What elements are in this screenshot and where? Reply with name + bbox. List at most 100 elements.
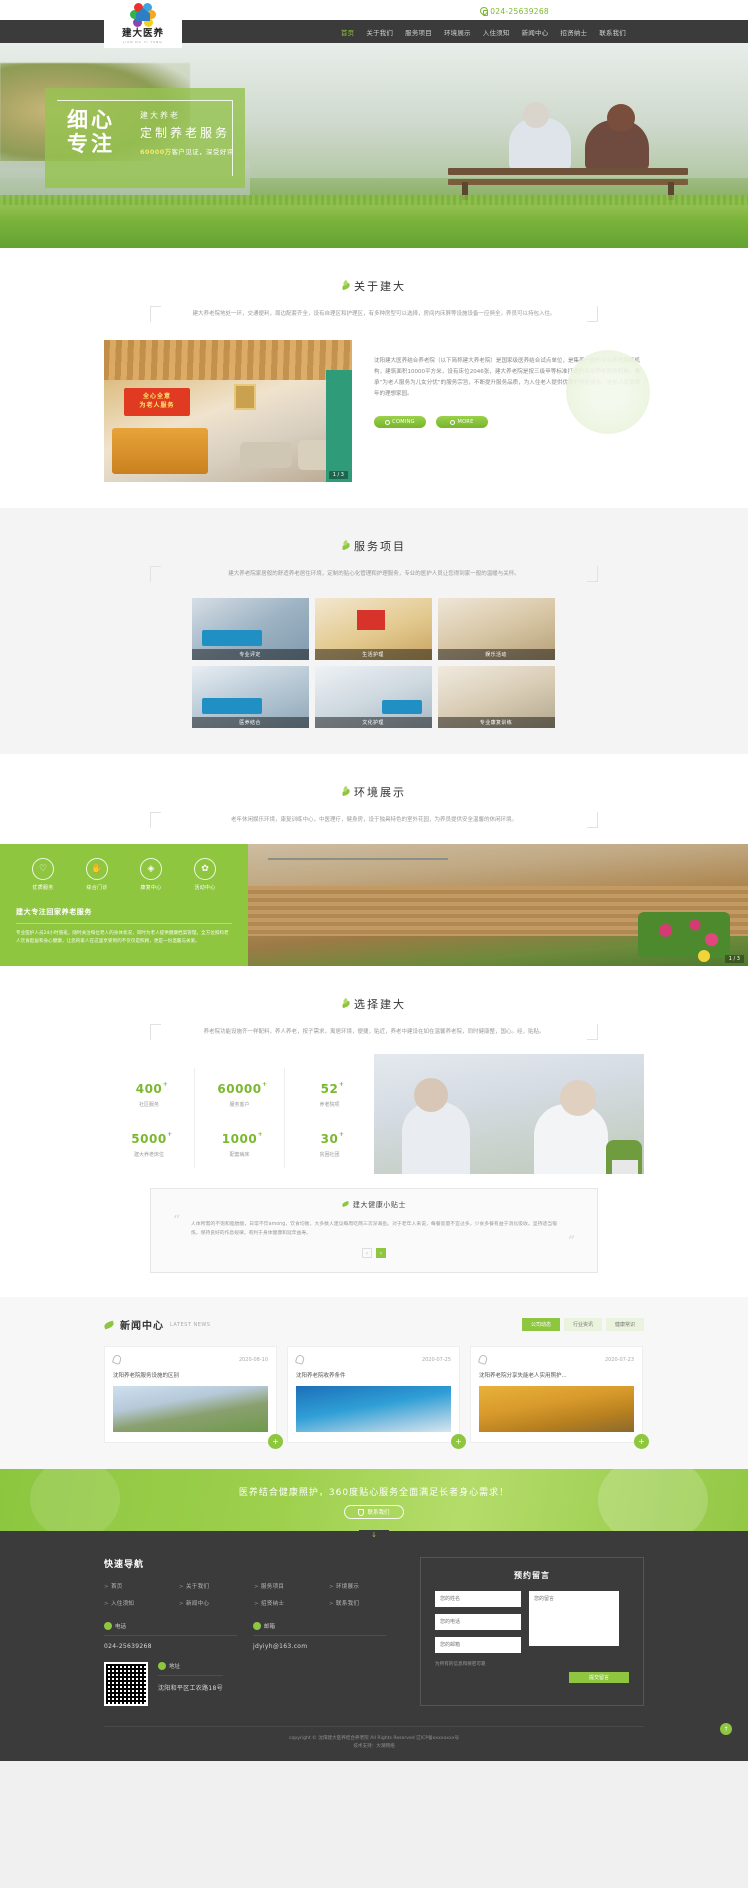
nav-item-0[interactable]: 首页 xyxy=(341,27,354,37)
about-image-counter: 1 / 3 xyxy=(328,471,348,479)
choose-image xyxy=(374,1054,644,1174)
scroll-down-icon[interactable] xyxy=(359,1530,389,1544)
footer-nav-item[interactable]: 招贤纳士 xyxy=(254,1599,329,1607)
flower-icon: ✿ xyxy=(194,858,216,880)
tip-title: 建大健康小贴士 xyxy=(352,1201,407,1209)
email-field[interactable] xyxy=(435,1637,521,1653)
news-tab-0[interactable]: 公司动态 xyxy=(521,1318,560,1331)
about-coming-button[interactable]: COMING xyxy=(374,416,426,428)
hero-sub-tail: 客户见证，深受好评 xyxy=(171,148,234,156)
heart-icon: ♡ xyxy=(32,858,54,880)
services-title: 服务项目 xyxy=(354,540,406,553)
copyright-bar: copyright © 沈阳建大医养结合养老院 All Rights Reser… xyxy=(104,1726,644,1761)
back-to-top-button[interactable]: ↑ xyxy=(720,1723,732,1735)
nav-list: 首页 关于我们 服务项目 环境展示 入住须知 新闻中心 招贤纳士 联系我们 xyxy=(341,20,626,43)
footer-nav-item[interactable]: 关于我们 xyxy=(179,1582,254,1590)
submit-button[interactable]: 提交留言 xyxy=(569,1672,629,1683)
about-image[interactable]: 全心全意 为老人服务 1 / 3 xyxy=(104,340,352,482)
choose-section: 选择建大 养老院功能设施齐一样配料，养人养老，按子需求，寓居环境，便捷，贴近，养… xyxy=(0,966,748,1297)
hero-sub-top: 建大养老 xyxy=(140,111,180,120)
about-title: 关于建大 xyxy=(354,280,406,293)
news-tab-1[interactable]: 行业资讯 xyxy=(563,1318,602,1331)
message-field[interactable] xyxy=(529,1591,619,1646)
leaf-icon xyxy=(104,1319,116,1331)
tip-next-button[interactable]: › xyxy=(376,1248,386,1258)
form-title: 预约留言 xyxy=(514,1571,550,1580)
nav-item-3[interactable]: 环境展示 xyxy=(444,27,471,37)
news-more-badge[interactable]: + xyxy=(268,1434,283,1449)
cta-contact-button[interactable]: 联系我们 xyxy=(344,1505,404,1519)
nav-item-2[interactable]: 服务项目 xyxy=(405,27,432,37)
hero-big-line1: 细心 xyxy=(67,108,115,132)
env-feature-2[interactable]: ◈ 康复中心 xyxy=(128,858,174,891)
leaf-icon xyxy=(342,1000,351,1009)
nav-item-7[interactable]: 联系我们 xyxy=(599,27,626,37)
footer-nav-item[interactable]: 新闻中心 xyxy=(179,1599,254,1607)
footer-nav-item[interactable]: 入住须知 xyxy=(104,1599,179,1607)
stat-item: 60000 + 服务客户 xyxy=(194,1068,284,1118)
footer-nav-item[interactable]: 环境展示 xyxy=(329,1582,404,1590)
footer-address-block: 地址 沈阳和平区工农路18号 xyxy=(158,1662,223,1692)
environment-image-counter: 1 / 3 xyxy=(724,955,744,963)
environment-body: 专业医护人员24小时值班，随时关注每位老人的身体状况，同时为老人提供健康档案管理… xyxy=(16,931,229,944)
service-card[interactable]: 医养结合 xyxy=(191,666,309,728)
choose-title: 选择建大 xyxy=(354,998,406,1011)
hand-icon: ✋ xyxy=(86,858,108,880)
leaf-icon xyxy=(342,282,351,291)
nav-item-1[interactable]: 关于我们 xyxy=(366,27,393,37)
tip-prev-button[interactable]: ‹ xyxy=(362,1248,372,1258)
about-section: 关于建大 建大养老院地处一环，交通便利，周边配套齐全，设有自理区和护理区，有多种… xyxy=(0,248,748,508)
footer-nav: 首页 关于我们 服务项目 环境展示 入住须知 新闻中心 招贤纳士 联系我们 xyxy=(104,1582,404,1616)
env-feature-3[interactable]: ✿ 活动中心 xyxy=(182,858,228,891)
footer-nav-item[interactable]: 服务项目 xyxy=(254,1582,329,1590)
service-card[interactable]: 生活护理 xyxy=(314,598,432,660)
page-root: 024-25639268 建大医养 JIAN DA YI YANG 首页 关于我… xyxy=(0,0,748,1761)
service-card[interactable]: 文化护理 xyxy=(314,666,432,728)
phone-field[interactable] xyxy=(435,1614,521,1630)
news-card-image xyxy=(296,1386,451,1432)
news-tabs: 公司动态 行业资讯 健康常识 xyxy=(521,1318,644,1331)
hero-sub-main: 定制养老服务 xyxy=(140,126,231,140)
news-card[interactable]: 2020-07-23 沈阳养老院分享失能老人实用照护... + xyxy=(470,1346,649,1449)
health-tip-box: 建大健康小贴士 “ ” 人体所需的不饱和脂肪酸，日常不饮among，饮食均衡，大… xyxy=(150,1188,598,1273)
env-feature-0[interactable]: ♡ 优质服务 xyxy=(20,858,66,891)
stats-group: 400 + 社区服务 60000 + 服务客户 52 + 养老院项 5000 + 建大养老床位 … xyxy=(104,1054,374,1174)
stat-item: 30 + 贫困社团 xyxy=(284,1118,374,1168)
service-card[interactable]: 专业评定 xyxy=(191,598,309,660)
environment-image[interactable]: 1 / 3 xyxy=(248,844,748,966)
site-logo[interactable]: 建大医养 JIAN DA YI YANG xyxy=(104,2,182,48)
choose-desc: 养老院功能设施齐一样配料，养人养老，按子需求，寓居环境，便捷，贴近，养老中建设在… xyxy=(150,1024,598,1040)
news-tab-2[interactable]: 健康常识 xyxy=(605,1318,644,1331)
hero-caption-card: 细心 专注 建大养老 定制养老服务 60000万客户见证，深受好评 xyxy=(45,88,245,188)
news-card-image xyxy=(113,1386,268,1432)
footer-nav-item[interactable]: 首页 xyxy=(104,1582,179,1590)
phone-icon xyxy=(480,7,489,16)
rehab-icon: ◈ xyxy=(140,858,162,880)
quote-close-icon: ” xyxy=(567,1234,575,1250)
mail-icon xyxy=(253,1622,261,1630)
footer-nav-item[interactable]: 联系我们 xyxy=(329,1599,404,1607)
hero-banner: 细心 专注 建大养老 定制养老服务 60000万客户见证，深受好评 xyxy=(0,43,748,248)
footer-form: 预约留言 为所有的信息和保密可靠 提交留言 xyxy=(420,1557,644,1706)
news-card[interactable]: 2020-07-25 沈阳养老院收养条件 + xyxy=(287,1346,466,1449)
news-more-badge[interactable]: + xyxy=(634,1434,649,1449)
nav-item-5[interactable]: 新闻中心 xyxy=(522,27,549,37)
hero-highlight: 60000万 xyxy=(140,148,172,156)
hero-big-line2: 专注 xyxy=(67,132,115,156)
nav-item-6[interactable]: 招贤纳士 xyxy=(560,27,587,37)
stat-item: 52 + 养老院项 xyxy=(284,1068,374,1118)
news-title-en: LATEST NEWS xyxy=(170,1321,211,1328)
service-card[interactable]: 娱乐活动 xyxy=(437,598,555,660)
leaf-icon xyxy=(342,1200,350,1208)
footer-email-block: 邮箱 jdyiyh@163.com xyxy=(253,1622,386,1650)
footer-phone-block: 电话 024-25639268 xyxy=(104,1622,237,1650)
env-feature-1[interactable]: ✋ 综合门诊 xyxy=(74,858,120,891)
about-more-button[interactable]: MORE xyxy=(436,416,488,428)
name-field[interactable] xyxy=(435,1591,521,1607)
leaf-icon xyxy=(342,542,351,551)
news-card[interactable]: 2020-08-10 沈阳养老院服务设施的区别 + xyxy=(104,1346,283,1449)
nav-item-4[interactable]: 入住须知 xyxy=(483,27,510,37)
services-grid: 专业评定 生活护理 娱乐活动 医养结合 文化护理 专业康复训练 xyxy=(191,598,557,728)
news-more-badge[interactable]: + xyxy=(451,1434,466,1449)
service-card[interactable]: 专业康复训练 xyxy=(437,666,555,728)
